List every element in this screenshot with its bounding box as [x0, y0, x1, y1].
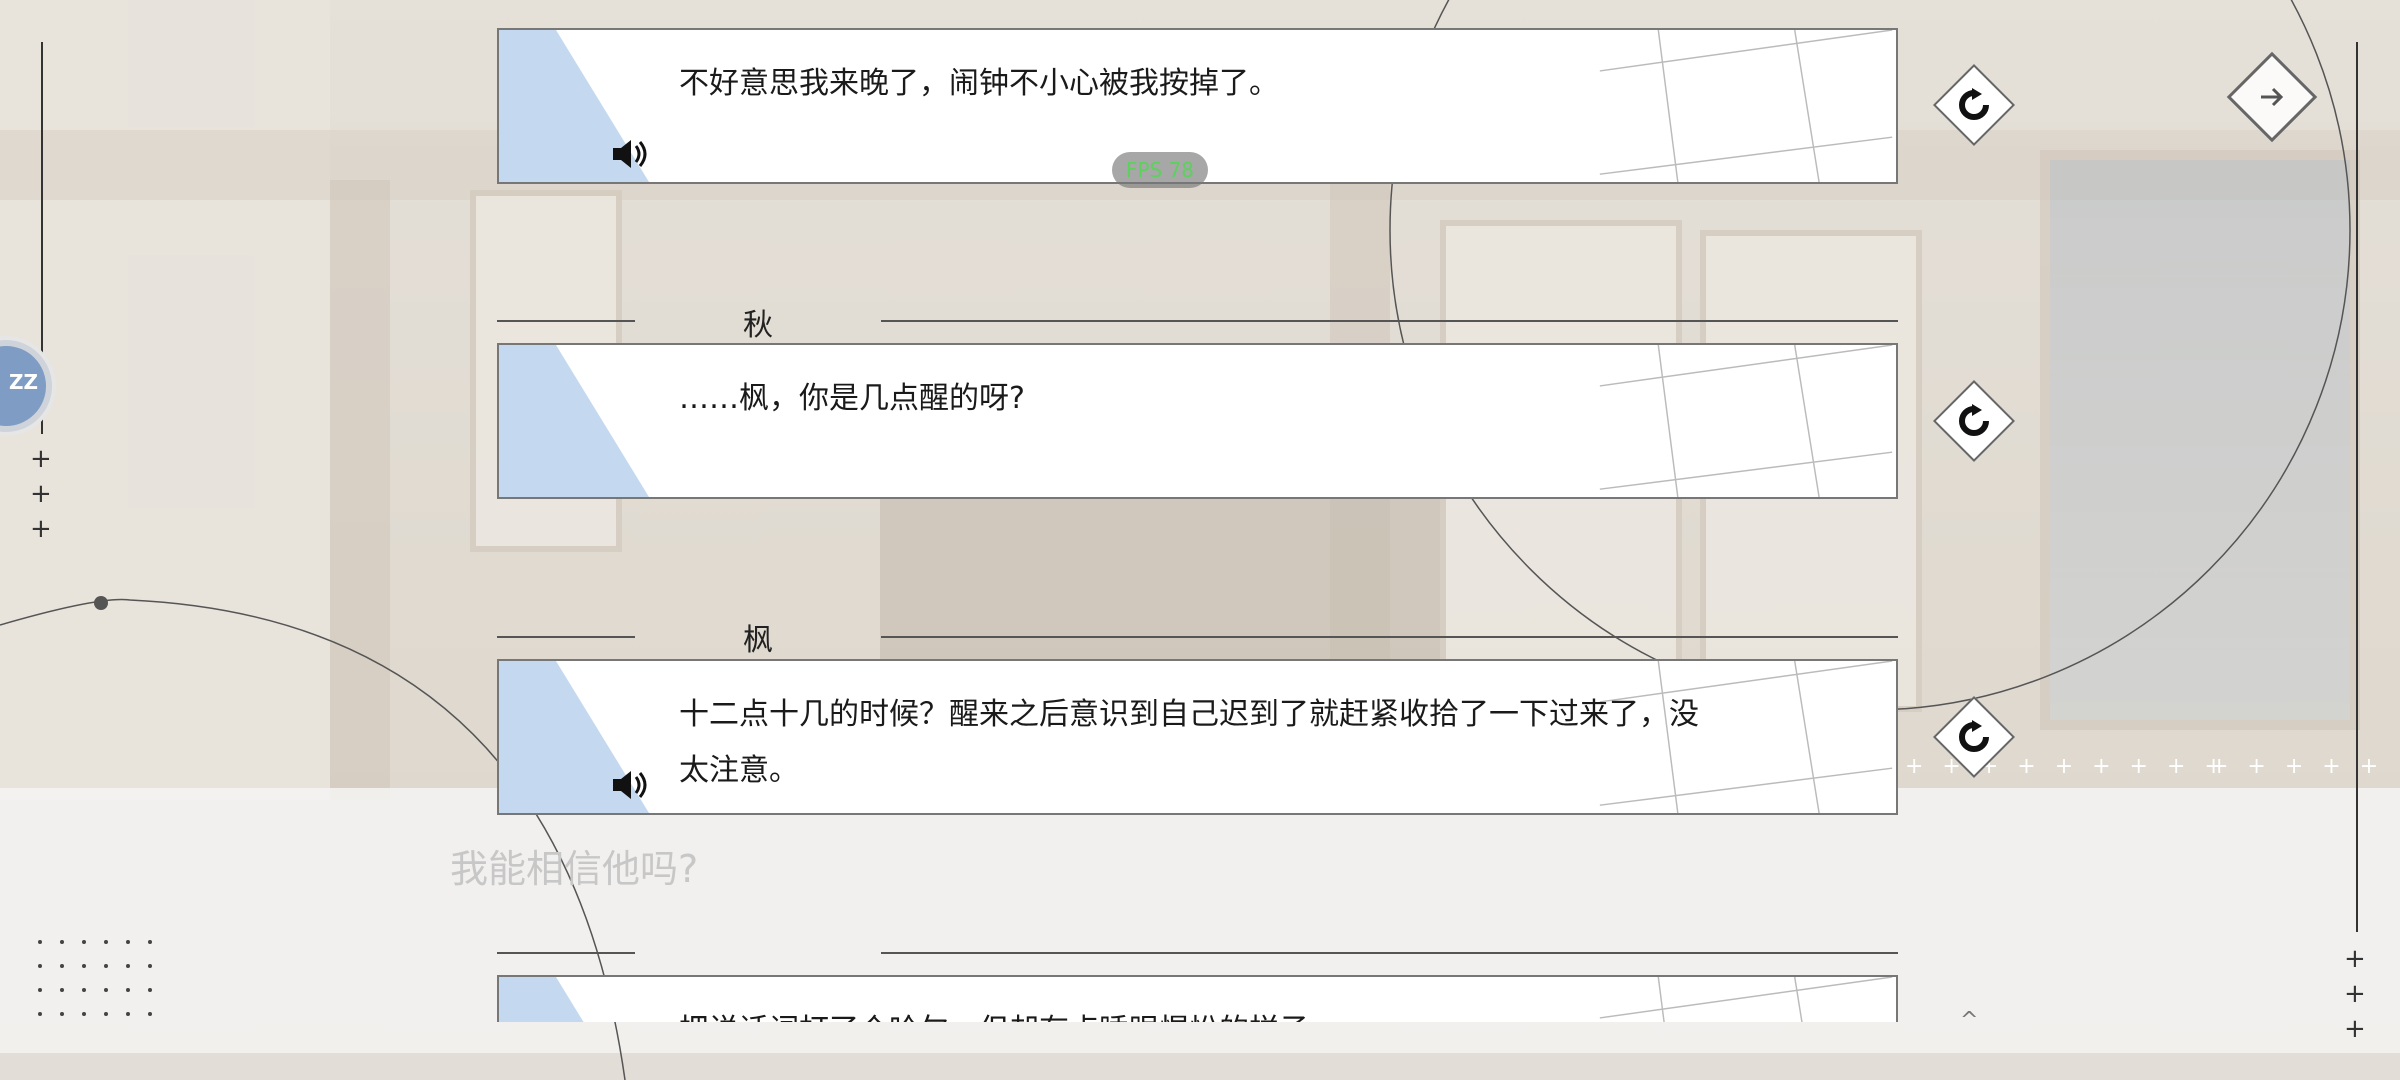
- replay-icon: [1959, 88, 1989, 120]
- fps-counter: FPS 78: [1112, 152, 1208, 188]
- speaker-icon[interactable]: [609, 134, 649, 174]
- replay-button[interactable]: [1932, 695, 2016, 779]
- speaker-name: 枫: [743, 623, 773, 658]
- log-text: 不好意思我来晚了，闹钟不小心被我按掉了。: [679, 66, 1279, 101]
- log-text: ……枫，你是几点醒的呀?: [679, 381, 1025, 416]
- log-entry: 把说话词打了个哈欠，但却有点睡眼惺忪的样子。: [497, 975, 1898, 1022]
- log-text: 十二点十几的时候？醒来之后意识到自己迟到了就赶紧收拾了一下过来了，没太注意。: [679, 697, 1699, 788]
- replay-button[interactable]: [1932, 63, 2016, 147]
- log-text: 把说话词打了个哈欠，但却有点睡眼惺忪的样子。: [679, 1003, 1716, 1022]
- replay-icon: [1959, 404, 1989, 436]
- log-entry: 十二点十几的时候？醒来之后意识到自己迟到了就赶紧收拾了一下过来了，没太注意。: [497, 659, 1898, 815]
- backlog-list[interactable]: 不好意思我来晚了，闹钟不小心被我按掉了。 秋 ……枫，你是几点醒的呀? 枫 十二…: [0, 0, 2400, 1022]
- chevron-up-icon[interactable]: ^: [1960, 1008, 1978, 1033]
- speaker-icon[interactable]: [609, 765, 649, 805]
- replay-icon: [1959, 720, 1989, 752]
- log-entry: ……枫，你是几点醒的呀?: [497, 343, 1898, 499]
- speaker-name: 秋: [743, 308, 773, 343]
- replay-button[interactable]: [1932, 379, 2016, 463]
